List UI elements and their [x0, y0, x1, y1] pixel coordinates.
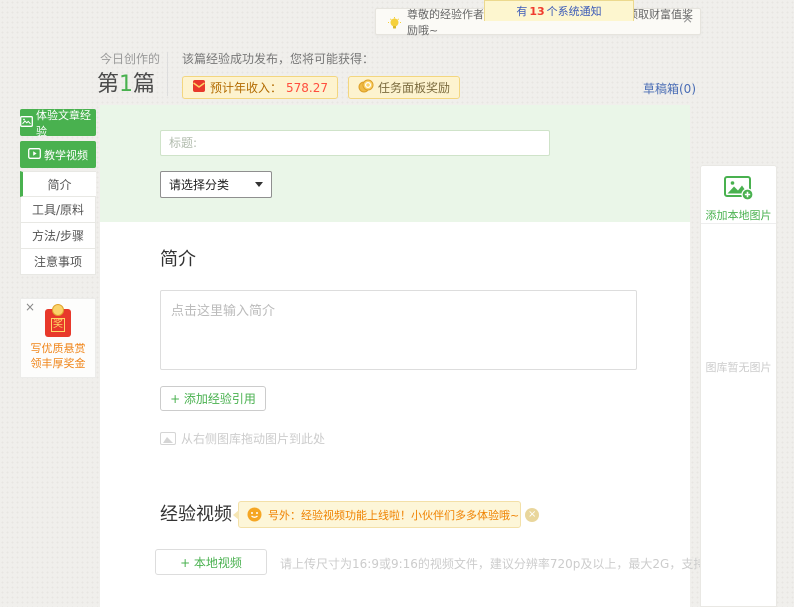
- close-icon[interactable]: ×: [525, 508, 539, 522]
- income-badge-label: 预计年收入：: [210, 79, 282, 96]
- bubble-text: 号外：经验视频功能上线啦！小伙伴们多多体验哦~: [268, 507, 519, 523]
- income-badge-value: 578.27: [286, 81, 328, 95]
- tab-tools[interactable]: 工具/原料: [20, 197, 96, 223]
- drag-image-hint: 从右侧图库拖动图片到此处: [160, 430, 325, 447]
- video-feature-bubble: 号外：经验视频功能上线啦！小伙伴们多多体验哦~ ×: [238, 501, 521, 528]
- promo-line1: 写优质悬赏: [21, 341, 95, 356]
- prize-char: 奖: [51, 318, 65, 332]
- gallery-divider: [701, 223, 776, 224]
- count-suffix: 篇: [133, 72, 155, 97]
- article-count: 第1篇: [97, 66, 155, 98]
- smiley-icon: [247, 507, 262, 522]
- category-select[interactable]: 请选择分类: [160, 171, 272, 198]
- task-badge-label: 任务面板奖励: [378, 79, 450, 96]
- video-heading: 经验视频: [160, 500, 232, 526]
- title-input[interactable]: [160, 130, 550, 156]
- image-drag-icon: [160, 432, 176, 445]
- editor-main: 请选择分类 简介 + 添加经验引用 从右侧图库拖动图片到此处 经验视频 号外：经…: [100, 105, 690, 607]
- experience-article-button[interactable]: 体验文章经验: [20, 109, 96, 136]
- today-created-label: 今日创作的: [100, 50, 160, 67]
- chevron-down-icon: [255, 182, 263, 187]
- tab-steps[interactable]: 方法/步骤: [20, 223, 96, 249]
- close-icon[interactable]: ×: [25, 300, 35, 314]
- article-icon: [20, 116, 33, 130]
- count-prefix: 第: [97, 72, 119, 97]
- bulb-icon: [388, 15, 401, 28]
- local-video-button[interactable]: + 本地视频: [155, 549, 267, 575]
- tooltip-prefix: 有: [516, 3, 527, 19]
- image-gallery-panel: 添加本地图片 图库暂无图片: [700, 165, 777, 607]
- system-notification-tooltip[interactable]: 有 13 个系统通知: [484, 0, 634, 21]
- reward-badges: 预计年收入： 578.27 任务面板奖励: [182, 76, 460, 99]
- tooltip-suffix: 个系统通知: [547, 3, 602, 19]
- teaching-video-button[interactable]: 教学视频: [20, 141, 96, 168]
- promo-line2: 领丰厚奖金: [21, 356, 95, 371]
- intro-textarea[interactable]: [160, 290, 637, 370]
- tab-intro[interactable]: 简介: [20, 171, 96, 197]
- add-reference-button[interactable]: + 添加经验引用: [160, 386, 266, 411]
- section-tabs: 简介 工具/原料 方法/步骤 注意事项: [20, 171, 96, 275]
- drag-hint-text: 从右侧图库拖动图片到此处: [181, 430, 325, 447]
- publish-success-hint: 该篇经验成功发布，您将可能获得：: [182, 50, 374, 67]
- add-local-image-button[interactable]: 添加本地图片: [701, 166, 776, 223]
- gallery-empty-text: 图库暂无图片: [701, 359, 776, 375]
- header-divider: [167, 52, 168, 96]
- task-panel-badge: 任务面板奖励: [348, 76, 460, 99]
- category-selected-value: 请选择分类: [169, 176, 229, 193]
- coin-icon: [52, 304, 64, 316]
- reward-promo-box[interactable]: × 奖 写优质悬赏 领丰厚奖金: [20, 298, 96, 378]
- prize-envelope-icon: 奖: [45, 309, 71, 337]
- notification-count: 13: [529, 5, 544, 18]
- draftbox-link[interactable]: 草稿箱(0): [643, 80, 696, 97]
- video-icon: [28, 148, 41, 162]
- title-section-band: 请选择分类: [100, 105, 690, 222]
- add-image-label: 添加本地图片: [701, 207, 776, 223]
- video-upload-hint: 请上传尺寸为16:9或9:16的视频文件，建议分辨率720p及以上，最大2G，支…: [280, 555, 755, 572]
- intro-heading: 简介: [160, 245, 196, 271]
- teaching-video-label: 教学视频: [44, 147, 88, 163]
- coins-icon: [358, 79, 374, 96]
- experience-article-label: 体验文章经验: [36, 107, 96, 139]
- red-envelope-icon: [192, 79, 206, 96]
- tab-notes[interactable]: 注意事项: [20, 249, 96, 275]
- income-badge: 预计年收入： 578.27: [182, 76, 338, 99]
- count-number: 1: [119, 72, 133, 97]
- add-image-icon: [724, 186, 754, 205]
- close-icon[interactable]: ×: [682, 13, 693, 26]
